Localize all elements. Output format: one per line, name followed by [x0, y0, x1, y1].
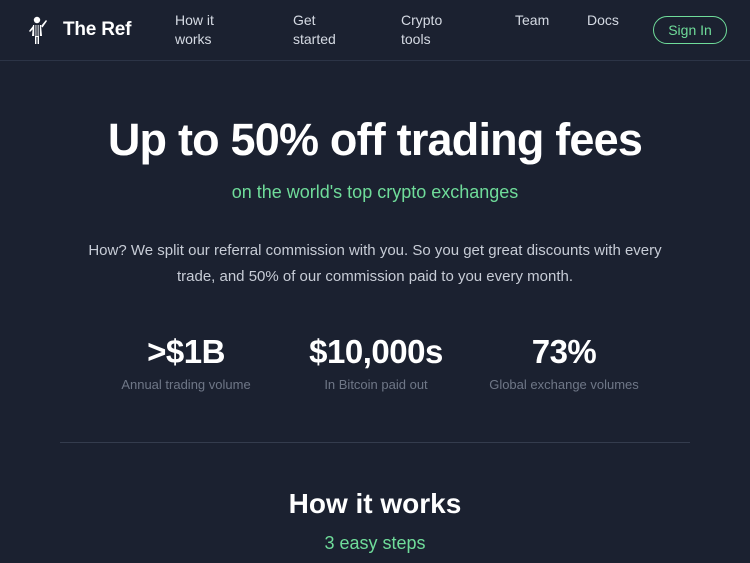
how-it-works-subtitle: 3 easy steps — [324, 533, 426, 553]
stat-label: Global exchange volumes — [489, 377, 639, 392]
nav-crypto-tools[interactable]: Crypto tools — [401, 11, 442, 49]
stat-label: In Bitcoin paid out — [324, 377, 428, 392]
brand-name: The Ref — [63, 19, 132, 40]
referee-logo-icon — [29, 16, 47, 44]
how-it-works-title: How it works — [288, 488, 462, 519]
nav-team[interactable]: Team — [515, 11, 549, 30]
nav-get-started-line1: Get — [293, 12, 316, 28]
nav-crypto-tools-line2: tools — [401, 31, 431, 47]
top-navigation-bar: The Ref How it works Get started Crypto … — [0, 0, 750, 61]
nav-how-it-works-line2: works — [175, 31, 212, 47]
stat-exchange-volumes: 73% Global exchange volumes — [473, 333, 655, 392]
sign-in-button[interactable]: Sign In — [653, 16, 727, 44]
nav-how-it-works-line1: How it — [175, 12, 214, 28]
nav-crypto-tools-line1: Crypto — [401, 12, 443, 28]
hero-title: Up to 50% off trading fees — [107, 114, 643, 165]
nav-docs-label: Docs — [587, 12, 619, 28]
hero-subtitle: on the world's top crypto exchanges — [231, 182, 519, 202]
stat-label: Annual trading volume — [121, 377, 251, 392]
nav-how-it-works[interactable]: How it works — [175, 11, 214, 49]
section-divider — [60, 442, 690, 443]
stat-value: $10,000s — [309, 333, 443, 370]
brand-logo[interactable]: The Ref — [26, 14, 131, 46]
stat-bitcoin-paid: $10,000s In Bitcoin paid out — [285, 333, 467, 392]
hero-description: How? We split our referral commission wi… — [88, 242, 662, 285]
stat-trading-volume: >$1B Annual trading volume — [95, 333, 277, 392]
nav-team-label: Team — [515, 12, 550, 28]
nav-docs[interactable]: Docs — [587, 11, 619, 30]
nav-get-started[interactable]: Get started — [293, 11, 336, 49]
nav-get-started-line2: started — [293, 31, 336, 47]
stat-value: 73% — [531, 333, 597, 370]
stat-value: >$1B — [147, 333, 225, 370]
